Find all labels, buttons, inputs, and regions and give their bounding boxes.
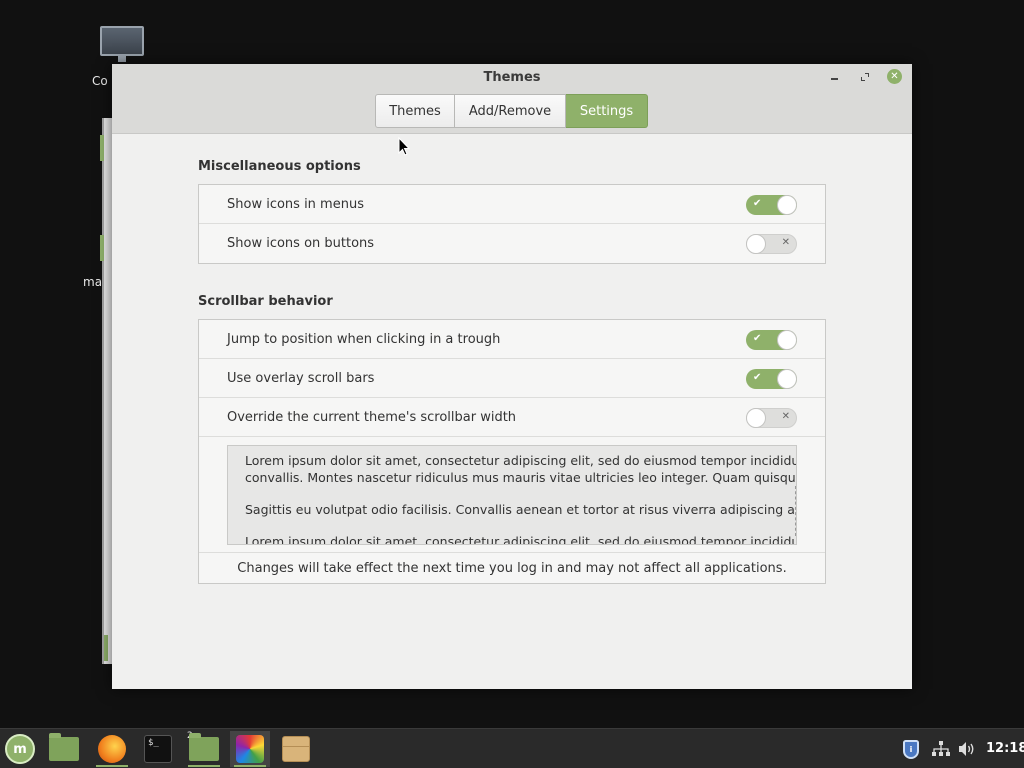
preview-line: Sagittis eu volutpat odio facilisis. Con… (245, 502, 797, 517)
section-title-scrollbar: Scrollbar behavior (198, 294, 333, 309)
close-button[interactable]: ✕ (887, 69, 902, 84)
row-label: Jump to position when clicking in a trou… (227, 331, 501, 347)
monitor-stand (118, 56, 126, 62)
tab-themes[interactable]: Themes (375, 94, 455, 128)
network-icon (932, 741, 950, 756)
row-override-scrollbar-width: Override the current theme's scrollbar w… (199, 398, 825, 437)
scrollbar-preview-text[interactable]: Lorem ipsum dolor sit amet, consectetur … (227, 445, 797, 545)
mouse-cursor-icon (398, 137, 410, 156)
background-window-accent (104, 635, 108, 661)
minimize-icon (830, 77, 838, 80)
speaker-icon (959, 742, 974, 756)
monitor-icon (100, 26, 144, 56)
section-title-misc: Miscellaneous options (198, 159, 361, 174)
show-icons-buttons-switch[interactable]: ✕ (746, 234, 797, 254)
network-tray[interactable] (929, 737, 953, 761)
overlay-scroll-bars-switch[interactable]: ✔ (746, 369, 797, 389)
terminal-icon: $_ (144, 735, 172, 763)
override-scrollbar-width-switch[interactable]: ✕ (746, 408, 797, 428)
check-icon: ✔ (753, 198, 762, 209)
switch-knob (746, 408, 766, 428)
row-show-icons-buttons: Show icons on buttons ✕ (199, 224, 825, 263)
clock[interactable]: 12:18 (986, 741, 1024, 756)
package-box-icon (282, 736, 310, 762)
row-label: Show icons on buttons (227, 236, 375, 251)
row-overlay-scroll-bars: Use overlay scroll bars ✔ (199, 359, 825, 398)
switch-knob (777, 195, 797, 215)
desktop-folder-icon (49, 733, 79, 761)
preview-line: convallis. Montes nascetur ridiculus mus… (245, 470, 797, 485)
preview-line: Lorem ipsum dolor sit amet, consectetur … (245, 453, 797, 468)
switch-knob (777, 330, 797, 350)
row-show-icons-menus: Show icons in menus ✔ (199, 185, 825, 224)
misc-options-frame: Show icons in menus ✔ Show icons on butt… (198, 184, 826, 264)
maximize-button[interactable] (857, 69, 873, 85)
row-jump-to-position: Jump to position when clicking in a trou… (199, 320, 825, 359)
themes-palette-icon (236, 735, 264, 763)
row-label: Use overlay scroll bars (227, 370, 375, 386)
scrollbar-frame: Jump to position when clicking in a trou… (198, 319, 826, 584)
themes-window: Themes ✕ Themes Add/Remove Settings Misc… (112, 64, 912, 689)
check-icon: ✔ (753, 372, 762, 383)
shield-icon: i (903, 739, 919, 759)
minimize-button[interactable] (826, 69, 842, 85)
show-icons-menus-switch[interactable]: ✔ (746, 195, 797, 215)
maximize-icon (861, 73, 869, 81)
switch-knob (777, 369, 797, 389)
preview-row: Lorem ipsum dolor sit amet, consectetur … (199, 437, 825, 553)
themes-app-button[interactable] (230, 731, 270, 767)
folder-icon (189, 733, 219, 761)
terminal-launcher[interactable]: $_ (138, 731, 178, 767)
window-title: Themes (483, 70, 541, 85)
row-label: Override the current theme's scrollbar w… (227, 409, 517, 425)
desktop-computer-label: Co (92, 74, 108, 88)
preview-line: Lorem ipsum dolor sit amet, consectetur … (245, 534, 797, 545)
jump-to-position-switch[interactable]: ✔ (746, 330, 797, 350)
desktop-computer-icon[interactable] (92, 26, 152, 62)
switch-knob (746, 234, 766, 254)
x-icon: ✕ (781, 237, 790, 248)
firefox-launcher[interactable] (92, 731, 132, 767)
show-desktop-button[interactable] (44, 731, 84, 767)
close-icon: ✕ (890, 71, 899, 82)
titlebar[interactable]: Themes ✕ Themes Add/Remove Settings (112, 64, 912, 134)
background-window-accent (100, 235, 104, 261)
x-icon: ✕ (781, 411, 790, 422)
tab-add-remove[interactable]: Add/Remove (455, 94, 566, 128)
overlay-scrollbar-indicator[interactable] (795, 486, 796, 536)
taskbar: m $_ 2 i 12:18 (0, 728, 1024, 768)
firefox-icon (98, 735, 126, 763)
tab-settings[interactable]: Settings (566, 94, 648, 128)
restart-notice: Changes will take effect the next time y… (237, 560, 787, 576)
check-icon: ✔ (753, 333, 762, 344)
update-manager-tray[interactable]: i (899, 737, 923, 761)
desktop-home-label: ma (83, 275, 103, 289)
stack-switcher: Themes Add/Remove Settings (375, 94, 648, 128)
start-menu-button[interactable]: m (0, 731, 40, 767)
software-manager-launcher[interactable] (276, 731, 316, 767)
background-window-accent (100, 135, 104, 161)
volume-tray[interactable] (955, 737, 979, 761)
mint-logo-icon: m (5, 734, 35, 764)
row-label: Show icons in menus (227, 196, 364, 212)
files-launcher[interactable]: 2 (184, 731, 224, 767)
